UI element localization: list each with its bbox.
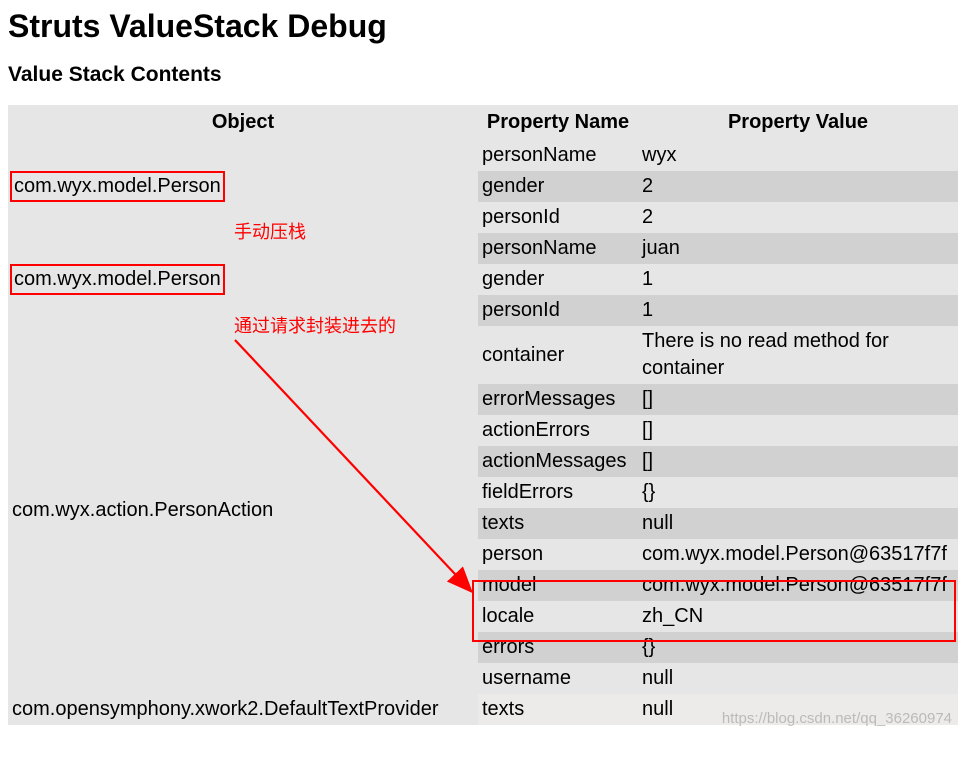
table-row: com.wyx.model.PersonpersonNamejuan [8, 233, 958, 264]
col-header-propname: Property Name [478, 105, 638, 140]
property-value: {} [638, 632, 958, 663]
property-name: fieldErrors [478, 477, 638, 508]
property-name: gender [478, 171, 638, 202]
value-stack-table: Object Property Name Property Value com.… [8, 105, 958, 725]
property-value: zh_CN [638, 601, 958, 632]
property-name: gender [478, 264, 638, 295]
property-value: [] [638, 446, 958, 477]
property-value: null [638, 663, 958, 694]
property-name: personName [478, 233, 638, 264]
table-row: com.wyx.model.PersonpersonNamewyx [8, 140, 958, 171]
property-name: username [478, 663, 638, 694]
property-value: 2 [638, 202, 958, 233]
property-value: [] [638, 384, 958, 415]
property-name: container [478, 326, 638, 384]
annotation-request-wrap: 通过请求封装进去的 [234, 312, 396, 338]
table-row: com.wyx.action.PersonActioncontainerTher… [8, 326, 958, 384]
property-value: 2 [638, 171, 958, 202]
property-value: juan [638, 233, 958, 264]
property-value: wyx [638, 140, 958, 171]
property-value: [] [638, 415, 958, 446]
property-name: personId [478, 295, 638, 326]
property-name: texts [478, 508, 638, 539]
property-name: model [478, 570, 638, 601]
annotation-manual-push: 手动压栈 [234, 218, 306, 244]
property-name: actionErrors [478, 415, 638, 446]
property-name: personId [478, 202, 638, 233]
property-value: com.wyx.model.Person@63517f7f [638, 539, 958, 570]
property-value: 1 [638, 264, 958, 295]
object-cell: com.wyx.action.PersonAction [8, 326, 478, 694]
property-value: null [638, 508, 958, 539]
property-value: 1 [638, 295, 958, 326]
watermark-text: https://blog.csdn.net/qq_36260974 [722, 710, 952, 727]
property-name: locale [478, 601, 638, 632]
section-title: Value Stack Contents [8, 63, 958, 87]
page-title: Struts ValueStack Debug [8, 8, 958, 45]
object-name: com.wyx.model.Person [10, 171, 225, 202]
property-value: There is no read method for container [638, 326, 958, 384]
property-value: com.wyx.model.Person@63517f7f [638, 570, 958, 601]
property-name: personName [478, 140, 638, 171]
property-name: texts [478, 694, 638, 725]
col-header-object: Object [8, 105, 478, 140]
property-name: person [478, 539, 638, 570]
col-header-propval: Property Value [638, 105, 958, 140]
property-name: errorMessages [478, 384, 638, 415]
object-name: com.wyx.model.Person [10, 264, 225, 295]
object-cell: com.opensymphony.xwork2.DefaultTextProvi… [8, 694, 478, 725]
property-value: {} [638, 477, 958, 508]
property-name: actionMessages [478, 446, 638, 477]
property-name: errors [478, 632, 638, 663]
